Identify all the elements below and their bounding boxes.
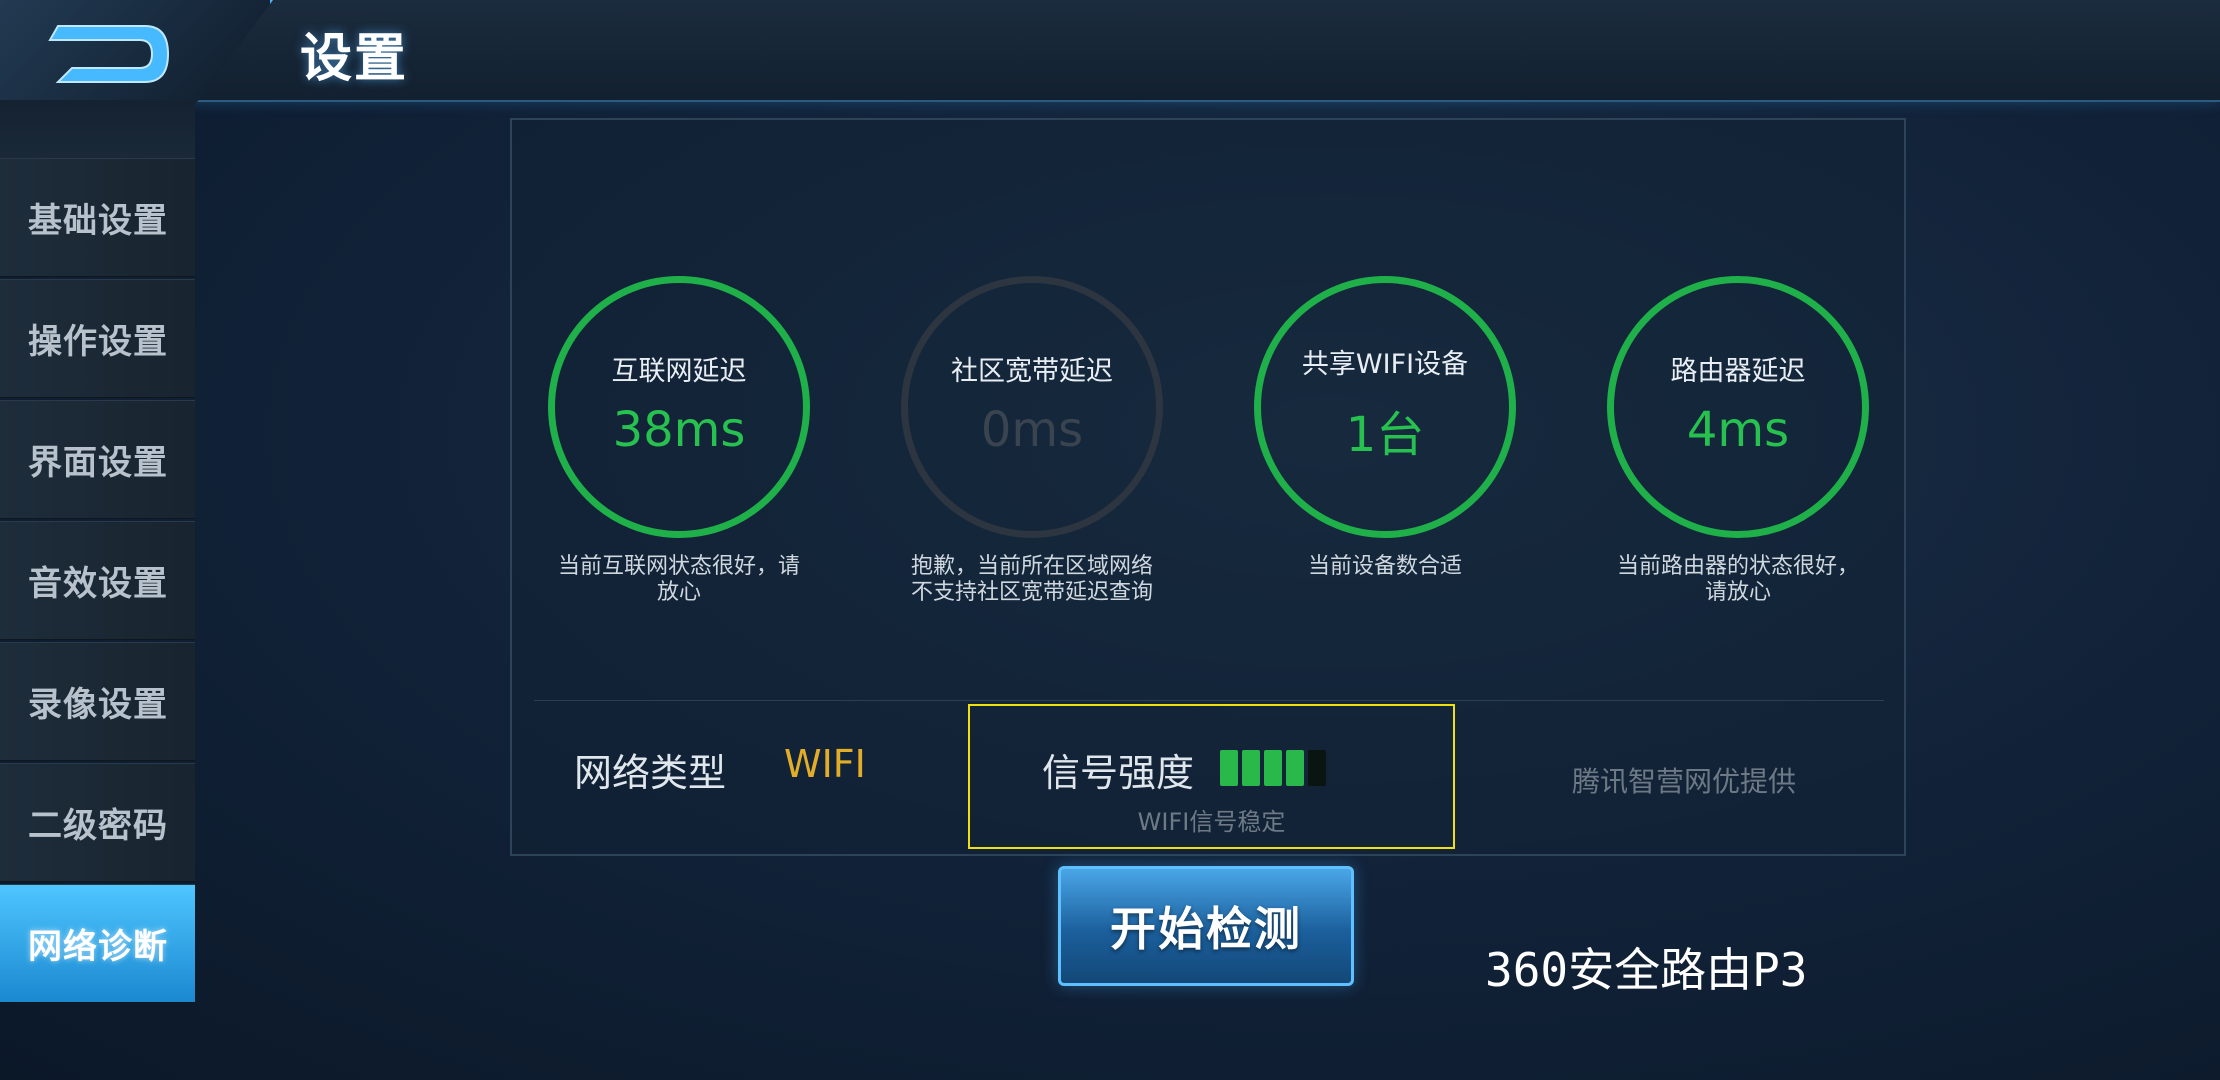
signal-bar (1220, 750, 1238, 786)
gauge-description-line: 请放心 (1704, 580, 1771, 605)
gauge-value: 1台 (1345, 406, 1425, 463)
gauge-description-line: 不支持社区宽带延迟查询 (910, 580, 1153, 605)
shared-wifi-devices-gauge: 共享WIFI设备 1台 (1254, 276, 1516, 538)
gauge-value: 0ms (980, 401, 1084, 458)
sidebar-item-network-diagnosis[interactable]: 网络诊断 (0, 884, 195, 1003)
page-title: 设置 (300, 29, 409, 89)
overlay-watermark: 360安全路由P3 (1485, 943, 1808, 997)
sidebar-item-recording-settings[interactable]: 录像设置 (0, 642, 195, 761)
gauge-description-line: 抱歉，当前所在区域网络 (910, 554, 1153, 579)
signal-bar (1308, 750, 1326, 786)
provider-credit: 腾讯智营网优提供 (1572, 765, 1797, 798)
sidebar-item-interface-settings[interactable]: 界面设置 (0, 400, 195, 519)
network-type-label: 网络类型 (574, 751, 727, 795)
signal-bar (1264, 750, 1282, 786)
gauge-description: 当前路由器的状态很好， 请放心 (1598, 554, 1878, 606)
router-latency-gauge: 路由器延迟 4ms (1607, 276, 1869, 538)
start-detection-button[interactable]: 开始检测 (1058, 866, 1354, 986)
gauge-description-line: 当前互联网状态很好，请 (557, 554, 800, 579)
gauge-label: 互联网延迟 (611, 355, 747, 387)
sidebar-item-secondary-password[interactable]: 二级密码 (0, 763, 195, 882)
gauge-value: 4ms (1686, 401, 1790, 458)
network-type-value: WIFI (784, 742, 866, 786)
signal-strength-icon (1220, 750, 1326, 786)
community-broadband-latency-gauge: 社区宽带延迟 0ms (901, 276, 1163, 538)
gauge-description-line: 当前设备数合适 (1307, 554, 1462, 579)
gauge-description: 当前设备数合适 (1245, 554, 1525, 580)
sidebar-item-sound-settings[interactable]: 音效设置 (0, 521, 195, 640)
top-bar: 设置 (0, 0, 2220, 110)
internet-latency-gauge: 互联网延迟 38ms (548, 276, 810, 538)
signal-strength-box: 信号强度 WIFI信号稳定 (968, 704, 1455, 849)
sidebar-item-basic-settings[interactable]: 基础设置 (0, 158, 195, 277)
signal-status: WIFI信号稳定 (1137, 808, 1286, 836)
signal-bar (1242, 750, 1260, 786)
sidebar-decoration (0, 100, 195, 158)
signal-strength-label: 信号强度 (1042, 751, 1195, 795)
gauge-label: 社区宽带延迟 (951, 355, 1113, 387)
gauge-value: 38ms (612, 401, 746, 458)
network-diagnosis-panel: 互联网延迟 38ms 当前互联网状态很好，请 放心 社区宽带延迟 0ms 抱歉，… (510, 118, 1906, 856)
back-icon (48, 25, 170, 83)
signal-bar (1286, 750, 1304, 786)
sidebar-item-control-settings[interactable]: 操作设置 (0, 279, 195, 398)
back-button[interactable] (0, 0, 273, 110)
gauge-description-line: 放心 (656, 580, 701, 605)
gauge-description: 抱歉，当前所在区域网络 不支持社区宽带延迟查询 (892, 554, 1172, 606)
gauge-label: 路由器延迟 (1670, 355, 1806, 387)
gauge-label: 共享WIFI设备 (1301, 348, 1469, 380)
divider (534, 700, 1884, 701)
sidebar: 基础设置 操作设置 界面设置 音效设置 录像设置 二级密码 网络诊断 (0, 158, 195, 1005)
gauge-description: 当前互联网状态很好，请 放心 (539, 554, 819, 606)
gauge-description-line: 当前路由器的状态很好， (1616, 554, 1859, 579)
